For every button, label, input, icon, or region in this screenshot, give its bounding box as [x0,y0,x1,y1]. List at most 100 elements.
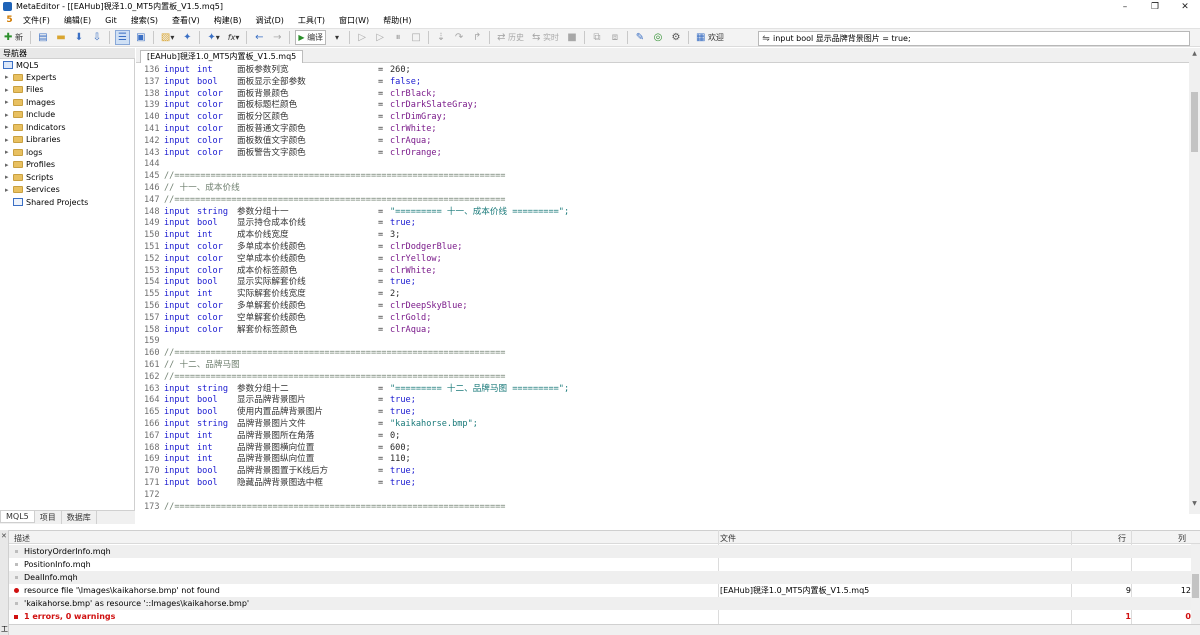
menu-view[interactable]: 查看(V) [165,15,207,26]
code-line[interactable]: 163 input string 参数分组十二 = "========= 十二、品牌马图 … [136,384,1189,396]
search-box[interactable]: ⇋ [758,31,1190,46]
code-line[interactable]: 162 //===================================… [136,372,1189,384]
errors-row[interactable]: DealInfo.mqh [9,571,1191,584]
document-tab[interactable]: [EAHub]覒泽1.0_MT5内置板_V1.5.mq5 [140,50,304,63]
navigator-toggle-button[interactable]: ☰ [114,30,130,45]
code-line[interactable]: 154 input bool 显示实际解套价线 = true; [136,277,1189,289]
menu-debug[interactable]: 调试(D) [248,15,290,26]
forward-button[interactable]: → [270,30,284,45]
code-line[interactable]: 145 //===================================… [136,171,1189,183]
history-button[interactable]: ⇄ 历史 [495,30,526,45]
column-line[interactable]: 行 [1118,533,1126,544]
compile-button[interactable]: ▶ 编译 [295,30,327,45]
errors-row[interactable]: resource file '\Images\kaikahorse.bmp' n… [9,584,1191,597]
expand-arrow-icon[interactable]: ▸ [5,123,13,131]
step-out-button[interactable]: ↱ [470,30,484,45]
code-line[interactable]: 144 [136,159,1189,171]
code-editor[interactable]: 136 input int 面板参数列宽 = 260; 137 input bool 面板显示全部… [136,64,1189,514]
expand-arrow-icon[interactable]: ▸ [5,111,13,119]
code-line[interactable]: 157 input color 空单解套价线颜色 = clrGold; [136,313,1189,325]
code-line[interactable]: 143 input color 面板警告文字颜色 = clrOrange; [136,148,1189,160]
code-line[interactable]: 158 input color 解套价标签颜色 = clrAqua; [136,325,1189,337]
errors-row[interactable]: 1 errors, 0 warnings 1 0 [9,610,1191,623]
save-button[interactable]: ⬇ [72,30,86,45]
step-into-button[interactable]: ⇣ [434,30,448,45]
tree-item-profiles[interactable]: ▸ Profiles [0,159,134,172]
toolbox-toggle-button[interactable]: ▣ [134,30,148,45]
tree-item-services[interactable]: ▸ Services [0,184,134,197]
code-line[interactable]: 166 input string 品牌背景图片文件 = "kaikahorse.bmp"; [136,419,1189,431]
tree-item-logs[interactable]: ▸ logs [0,146,134,159]
menu-window[interactable]: 窗口(W) [332,15,376,26]
step-over-button[interactable]: ↷ [452,30,466,45]
tree-item-experts[interactable]: ▸ Experts [0,71,134,84]
close-button[interactable]: ✕ [1172,0,1198,13]
menu-tools[interactable]: 工具(T) [291,15,332,26]
search-options-icon[interactable]: ⇋ [759,34,773,44]
scrollbar-thumb[interactable] [1192,574,1199,598]
expand-arrow-icon[interactable]: ▸ [5,161,13,169]
tree-item-shared-projects[interactable]: Shared Projects [0,196,134,209]
tree-item-include[interactable]: ▸ Include [0,109,134,122]
code-line[interactable]: 168 input int 品牌背景图横向位置 = 600; [136,443,1189,455]
column-file[interactable]: 文件 [720,533,736,544]
new-button[interactable]: ✚ 新 [2,30,25,45]
code-line[interactable]: 172 [136,490,1189,502]
tree-item-images[interactable]: ▸ Images [0,96,134,109]
scroll-up-icon[interactable]: ▲ [1191,50,1198,57]
code-line[interactable]: 139 input color 面板标题栏颜色 = clrDarkSlateGray; [136,100,1189,112]
expand-arrow-icon[interactable]: ▸ [5,186,13,194]
code-line[interactable]: 138 input color 面板背景颜色 = clrBlack; [136,89,1189,101]
stop-button[interactable]: □ [409,30,423,45]
code-line[interactable]: 164 input bool 显示品牌背景图片 = true; [136,395,1189,407]
code-line[interactable]: 146 // 十一、成本价线 [136,183,1189,195]
menu-edit[interactable]: 编辑(E) [57,15,98,26]
menu-search[interactable]: 搜索(S) [124,15,165,26]
menu-build[interactable]: 构建(B) [207,15,249,26]
open-button[interactable]: ▤ [36,30,50,45]
ai-assist-button[interactable]: ✦ ▾ [205,30,221,45]
code-line[interactable]: 148 input string 参数分组十一 = "========= 十一、成本价线 … [136,207,1189,219]
code-line[interactable]: 169 input int 品牌背景图纵向位置 = 110; [136,454,1189,466]
menu-file[interactable]: 文件(F) [16,15,57,26]
code-line[interactable]: 137 input bool 面板显示全部参数 = false; [136,77,1189,89]
paste-button[interactable]: ⧈ [608,30,622,45]
code-line[interactable]: 173 //===================================… [136,502,1189,514]
errors-row[interactable]: PositionInfo.mqh [9,558,1191,571]
minimize-button[interactable]: – [1112,0,1138,13]
tree-item-files[interactable]: ▸ Files [0,84,134,97]
errors-vertical-scrollbar[interactable] [1191,544,1200,625]
tab-project[interactable]: 项目 [35,511,62,524]
copy-button[interactable]: ⧉ [590,30,604,45]
code-line[interactable]: 159 [136,336,1189,348]
scrollbar-thumb[interactable] [1191,92,1198,152]
expand-arrow-icon[interactable]: ▸ [5,86,13,94]
code-line[interactable]: 171 input bool 隐藏品牌背景图选中框 = true; [136,478,1189,490]
pause-button[interactable]: ⏸ [391,30,405,45]
start-history-button[interactable]: ▷ [373,30,387,45]
code-line[interactable]: 150 input int 成本价线宽度 = 3; [136,230,1189,242]
tree-item-libraries[interactable]: ▸ Libraries [0,134,134,147]
expand-arrow-icon[interactable]: ▸ [5,73,13,81]
search-input[interactable] [773,34,1183,43]
tab-database[interactable]: 数据库 [62,511,97,524]
start-debug-button[interactable]: ▷ [355,30,369,45]
tree-item-scripts[interactable]: ▸ Scripts [0,171,134,184]
stop-all-button[interactable]: ■ [565,30,579,45]
code-line[interactable]: 140 input color 面板分区颜色 = clrDimGray; [136,112,1189,124]
tab-mql5[interactable]: MQL5 [0,511,35,523]
back-button[interactable]: ← [252,30,266,45]
code-line[interactable]: 165 input bool 使用内置品牌背景图片 = true; [136,407,1189,419]
functions-button[interactable]: fx ▾ [226,30,242,45]
welcome-button[interactable]: ▦ 欢迎 [694,30,726,45]
code-line[interactable]: 141 input color 面板普通文字颜色 = clrWhite; [136,124,1189,136]
column-column[interactable]: 列 [1178,533,1186,544]
editor-vertical-scrollbar[interactable]: ▲ ▼ [1189,48,1200,514]
target-button[interactable]: ◎ [651,30,665,45]
mt5-logo-icon[interactable]: 5 [3,15,16,25]
expand-arrow-icon[interactable]: ▸ [5,98,13,106]
code-line[interactable]: 142 input color 面板数值文字颜色 = clrAqua; [136,136,1189,148]
code-line[interactable]: 155 input int 实际解套价线宽度 = 2; [136,289,1189,301]
code-line[interactable]: 149 input bool 显示持仓成本价线 = true; [136,218,1189,230]
errors-row[interactable]: 'kaikahorse.bmp' as resource '::Images\k… [9,597,1191,610]
